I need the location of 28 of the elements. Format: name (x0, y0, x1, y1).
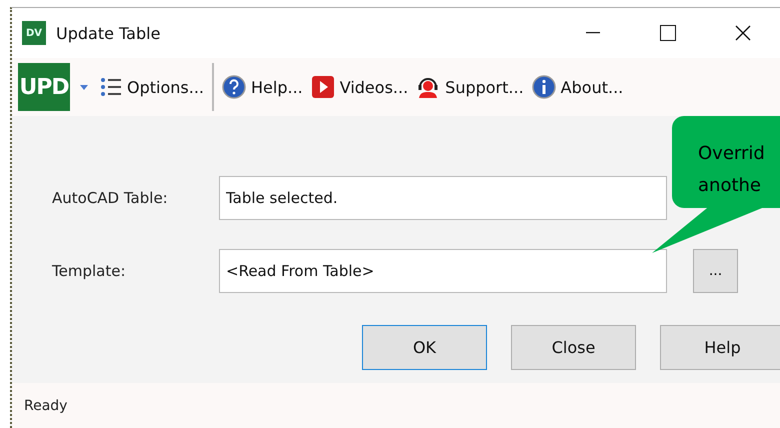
field-label: AutoCAD Table: (52, 189, 169, 207)
maximize-icon[interactable] (660, 25, 676, 41)
field-label: Template: (52, 262, 126, 280)
list-icon (100, 77, 122, 97)
close-icon[interactable] (734, 25, 750, 41)
dialog-button[interactable]: OK (362, 325, 487, 370)
browse-button[interactable]: ... (693, 249, 738, 293)
info-icon (532, 75, 556, 99)
play-icon (310, 75, 335, 99)
status-text: Ready (24, 398, 68, 414)
logo[interactable]: UPD (18, 63, 70, 111)
app-icon: DV (22, 21, 46, 45)
dialog-button[interactable]: Help (660, 325, 780, 370)
caret-icon[interactable] (80, 84, 88, 90)
window-title: Update Table (56, 24, 162, 42)
callout-text: anothe (698, 174, 762, 198)
toolbar-button[interactable]: Help... (218, 75, 307, 99)
headset-icon (416, 75, 440, 99)
minimize-icon[interactable] (586, 32, 600, 34)
toolbar-button[interactable]: Options... (96, 77, 208, 97)
dialog-button[interactable]: Close (511, 325, 636, 370)
toolbar-button[interactable]: Support... (412, 75, 528, 99)
callout-text: Overrid (698, 142, 766, 166)
toolbar-button[interactable]: About... (528, 75, 628, 99)
question-icon (222, 75, 246, 99)
toolbar-button[interactable]: Videos... (306, 75, 412, 99)
input-field[interactable]: Table selected. (219, 176, 667, 220)
input-field[interactable]: <Read From Table> (219, 249, 667, 293)
